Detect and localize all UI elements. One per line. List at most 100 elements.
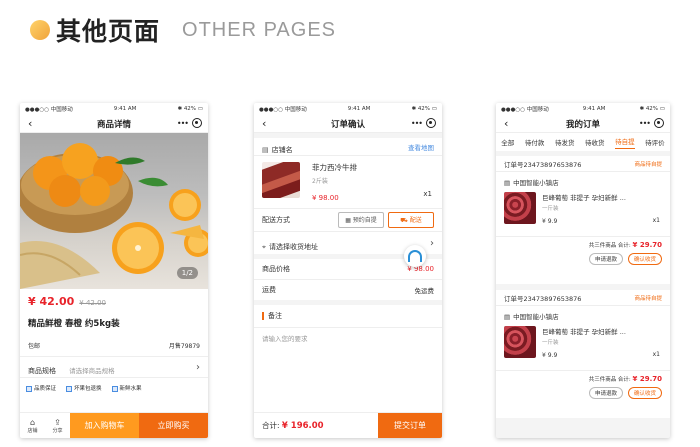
oranges-illustration [20,143,208,289]
image-counter: 1/2 [176,267,198,279]
store-name: 中国智能小镇店 [513,313,559,321]
freight-value: 免运费 [414,287,435,295]
product-thumbnail [504,326,536,358]
old-price: ¥ 42.00 [79,299,106,307]
calendar-icon: ▦ [345,217,351,224]
carrier: ●●●○○ 中国移动 [25,107,73,113]
record-icon[interactable] [192,118,202,128]
product-spec: 一斤装 [542,206,559,212]
back-icon[interactable]: ‹ [262,117,276,130]
product-thumbnail [262,162,300,198]
tab-pending-receipt[interactable]: 待收货 [585,137,605,147]
clock: 9:41 AM [113,106,137,112]
nav-bar: ‹ 订单确认 ••• [254,115,442,133]
clock: 9:41 AM [347,106,371,112]
product-item: 菲力西冷牛排 2斤装 ¥ 98.00 x1 [254,156,442,208]
customer-service-icon[interactable] [404,245,426,267]
confirm-receipt-button[interactable]: 确认收货 [627,387,662,399]
store-name: 店铺名 [271,146,293,154]
order-total: ¥ 29.70 [632,241,662,249]
view-map-link[interactable]: 查看地图 [408,142,434,152]
bottom-bar: ⌂ 店铺 ⇪ 分享 加入购物车 立即购买 [20,412,208,438]
spec-label: 商品规格 [28,366,56,375]
confirm-receipt-button[interactable]: 确认收货 [627,253,662,265]
spec-selector[interactable]: 商品规格 请选择商品规格 › [20,357,208,377]
guarantee-item: 坏果包退换 [66,384,102,392]
refund-button[interactable]: 申请退款 [588,387,623,399]
product-name: 精品鲜橙 春橙 约5kg装 [28,319,120,329]
order-status: 商品待自提 [634,161,662,168]
nav-bar: ‹ 商品详情 ••• [20,115,208,133]
submit-order-button[interactable]: 提交订单 [378,412,442,438]
phone-order-confirm: ●●●○○ 中国移动 9:41 AM ✱ 42% ▭ ‹ 订单确认 ••• ▤ 店… [254,103,442,438]
monthly-sales: 月售79879 [168,343,200,350]
carrier: ●●●○○ 中国移动 [501,107,549,113]
carrier: ●●●○○ 中国移动 [259,107,307,113]
back-icon[interactable]: ‹ [504,117,518,130]
product-name: 巨峰葡萄 非提子 孕妇新鲜 ... [542,194,626,202]
chevron-right-icon: › [430,237,434,249]
store-icon: ⌂ [29,417,36,427]
order-status: 商品待自提 [634,295,662,302]
product-qty: x1 [423,190,432,198]
product-qty: x1 [652,351,660,358]
delivery-option[interactable]: ⛟ 配送 [388,212,434,228]
tab-pending-review[interactable]: 待评价 [645,137,665,147]
header-dot-icon [30,20,50,40]
product-name: 菲力西冷牛排 [312,163,357,172]
order-number: 订单号23473897653876 [504,294,582,303]
order-card: 订单号23473897653876 商品待自提 ▤ 中国智能小镇店 巨峰葡萄 非提… [496,290,670,418]
product-image: 1/2 [20,133,208,289]
store-name: 中国智能小镇店 [513,179,559,187]
status-bar: ●●●○○ 中国移动 9:41 AM ✱ 42% ▭ [496,103,670,115]
product-price: ¥ 98.00 [312,194,339,202]
battery: ✱ 42% ▭ [411,106,437,112]
check-icon [111,385,118,392]
store-icon: ▤ [262,146,269,154]
nav-bar: ‹ 我的订单 ••• [496,115,670,133]
product-thumbnail [504,192,536,224]
store-button[interactable]: ⌂ 店铺 [20,413,45,438]
add-to-cart-button[interactable]: 加入购物车 [70,413,139,438]
delivery-label: 配送方式 [262,216,290,224]
more-icon[interactable]: ••• [639,119,651,128]
share-button[interactable]: ⇪ 分享 [45,413,70,438]
total-label: 合计: [262,421,280,430]
back-icon[interactable]: ‹ [28,117,42,130]
battery: ✱ 42% ▭ [177,106,203,112]
order-tabs: 全部 待付款 待发货 待收货 待自提 待评价 [496,133,670,151]
truck-icon: ⛟ [400,217,408,224]
record-icon[interactable] [654,118,664,128]
refund-button[interactable]: 申请退款 [588,253,623,265]
remark-marker [262,312,264,320]
location-pin-icon: ⌖ [262,242,266,251]
tab-all[interactable]: 全部 [501,137,514,147]
header-title-cn: 其他页面 [56,17,161,46]
phone-product-detail: ●●●○○ 中国移动 9:41 AM ✱ 42% ▭ ‹ 商品详情 ••• 1/… [20,103,208,438]
status-bar: ●●●○○ 中国移动 9:41 AM ✱ 42% ▭ [254,103,442,115]
goods-price-label: 商品价格 [262,265,290,273]
order-number: 订单号23473897653876 [504,160,582,169]
more-icon[interactable]: ••• [411,119,423,128]
tab-pending-payment[interactable]: 待付款 [525,137,545,147]
check-icon [26,385,32,392]
more-icon[interactable]: ••• [177,119,189,128]
tab-pending-pickup[interactable]: 待自提 [615,136,635,149]
remark-input[interactable]: 请输入您的要求 [254,328,442,378]
status-bar: ●●●○○ 中国移动 9:41 AM ✱ 42% ▭ [20,103,208,115]
tab-pending-shipment[interactable]: 待发货 [555,137,575,147]
product-weight: 2斤装 [312,178,328,185]
guarantee-item: 新鲜水果 [111,384,142,392]
order-summary: 共三件商品 合计: [588,377,631,383]
record-icon[interactable] [426,118,436,128]
product-spec: 一斤装 [542,340,559,346]
order-total: ¥ 29.70 [632,375,662,383]
address-placeholder: 请选择收货地址 [268,242,318,251]
battery: ✱ 42% ▭ [639,106,665,112]
chevron-right-icon: › [196,361,200,373]
pickup-option[interactable]: ▦ 预约自提 [338,212,384,228]
guarantee-row: 品质保证 坏果包退换 新鲜水果 [20,378,208,398]
capsule: ••• [639,118,664,128]
buy-now-button[interactable]: 立即购买 [139,413,208,438]
product-qty: x1 [652,217,660,224]
